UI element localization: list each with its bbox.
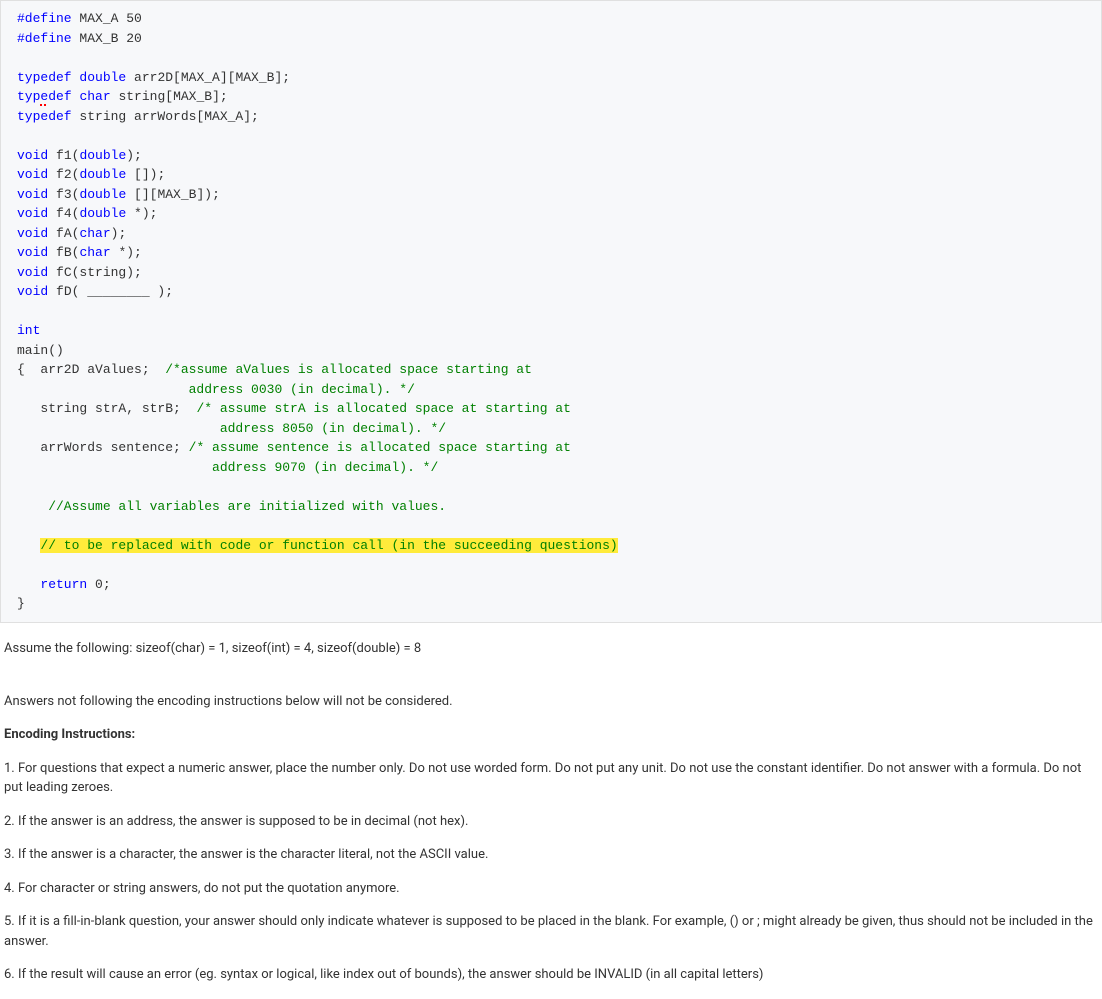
code-text: #define	[17, 31, 72, 46]
code-comment: /*assume aValues is allocated space star…	[165, 362, 532, 377]
instructions-section: Assume the following: sizeof(char) = 1, …	[0, 639, 1102, 985]
code-text: void	[17, 226, 48, 241]
code-text: double	[79, 206, 126, 221]
code-text: []);	[126, 167, 165, 182]
instructions-heading: Encoding Instructions:	[4, 725, 1098, 745]
code-comment: /* assume strA is allocated space at sta…	[196, 401, 570, 416]
code-text: f2(	[48, 167, 79, 182]
highlighted-comment: // to be replaced with code or function …	[40, 538, 617, 553]
code-text: );	[111, 226, 127, 241]
instruction-item: 2. If the answer is an address, the answ…	[4, 812, 1098, 832]
code-text: );	[126, 148, 142, 163]
code-text: #define	[17, 11, 72, 26]
code-text: int	[17, 323, 40, 338]
code-text: string arrWords[MAX_A];	[72, 109, 259, 124]
code-text: string[MAX_B];	[111, 89, 228, 104]
code-text	[17, 577, 40, 592]
code-text: typedef	[17, 109, 72, 124]
code-comment: //Assume all variables are initialized w…	[17, 499, 446, 514]
code-text: char	[79, 226, 110, 241]
code-text: fB(	[48, 245, 79, 260]
code-text: double	[79, 148, 126, 163]
warning-text: Answers not following the encoding instr…	[4, 692, 1098, 712]
code-text: f1(	[48, 148, 79, 163]
code-text	[17, 538, 40, 553]
code-text: }	[17, 596, 25, 611]
error-marker: e	[40, 89, 48, 104]
instruction-item: 6. If the result will cause an error (eg…	[4, 965, 1098, 985]
code-text: void	[17, 284, 48, 299]
code-text: void	[17, 245, 48, 260]
code-comment: address 0030 (in decimal). */	[17, 382, 415, 397]
code-comment: /* assume sentence is allocated space st…	[189, 440, 571, 455]
assume-text: Assume the following: sizeof(char) = 1, …	[4, 639, 1098, 659]
code-comment: address 9070 (in decimal). */	[17, 460, 438, 475]
instruction-item: 1. For questions that expect a numeric a…	[4, 759, 1098, 798]
code-comment: address 8050 (in decimal). */	[17, 421, 446, 436]
code-text: f4(	[48, 206, 79, 221]
code-text: arrWords sentence;	[17, 440, 189, 455]
code-text: fA(	[48, 226, 79, 241]
instruction-item: 4. For character or string answers, do n…	[4, 879, 1098, 899]
code-text: *);	[111, 245, 142, 260]
code-text: fC(string);	[48, 265, 142, 280]
instruction-item: 3. If the answer is a character, the ans…	[4, 845, 1098, 865]
code-text: typedef	[17, 70, 72, 85]
code-text: string strA, strB;	[17, 401, 196, 416]
code-text: char	[79, 245, 110, 260]
code-text: void	[17, 206, 48, 221]
code-text: f3(	[48, 187, 79, 202]
code-text: double	[79, 167, 126, 182]
code-text: [][MAX_B]);	[126, 187, 220, 202]
code-text: { arr2D aValues;	[17, 362, 165, 377]
instruction-item: 5. If it is a fill-in-blank question, yo…	[4, 912, 1098, 951]
code-text: void	[17, 265, 48, 280]
code-text: MAX_B 20	[72, 31, 142, 46]
code-text: char	[79, 89, 110, 104]
code-text: MAX_A 50	[72, 11, 142, 26]
code-text: void	[17, 187, 48, 202]
code-block: #define MAX_A 50 #define MAX_B 20 typede…	[0, 0, 1102, 623]
code-text: void	[17, 167, 48, 182]
code-text: main()	[17, 343, 64, 358]
code-text: double	[79, 187, 126, 202]
code-text: double	[79, 70, 126, 85]
code-text: *);	[126, 206, 157, 221]
code-text: 0;	[87, 577, 110, 592]
code-text: arr2D[MAX_A][MAX_B];	[126, 70, 290, 85]
code-text: return	[40, 577, 87, 592]
code-text: void	[17, 148, 48, 163]
code-text: typedef	[17, 89, 72, 104]
code-text: fD( ________ );	[48, 284, 173, 299]
